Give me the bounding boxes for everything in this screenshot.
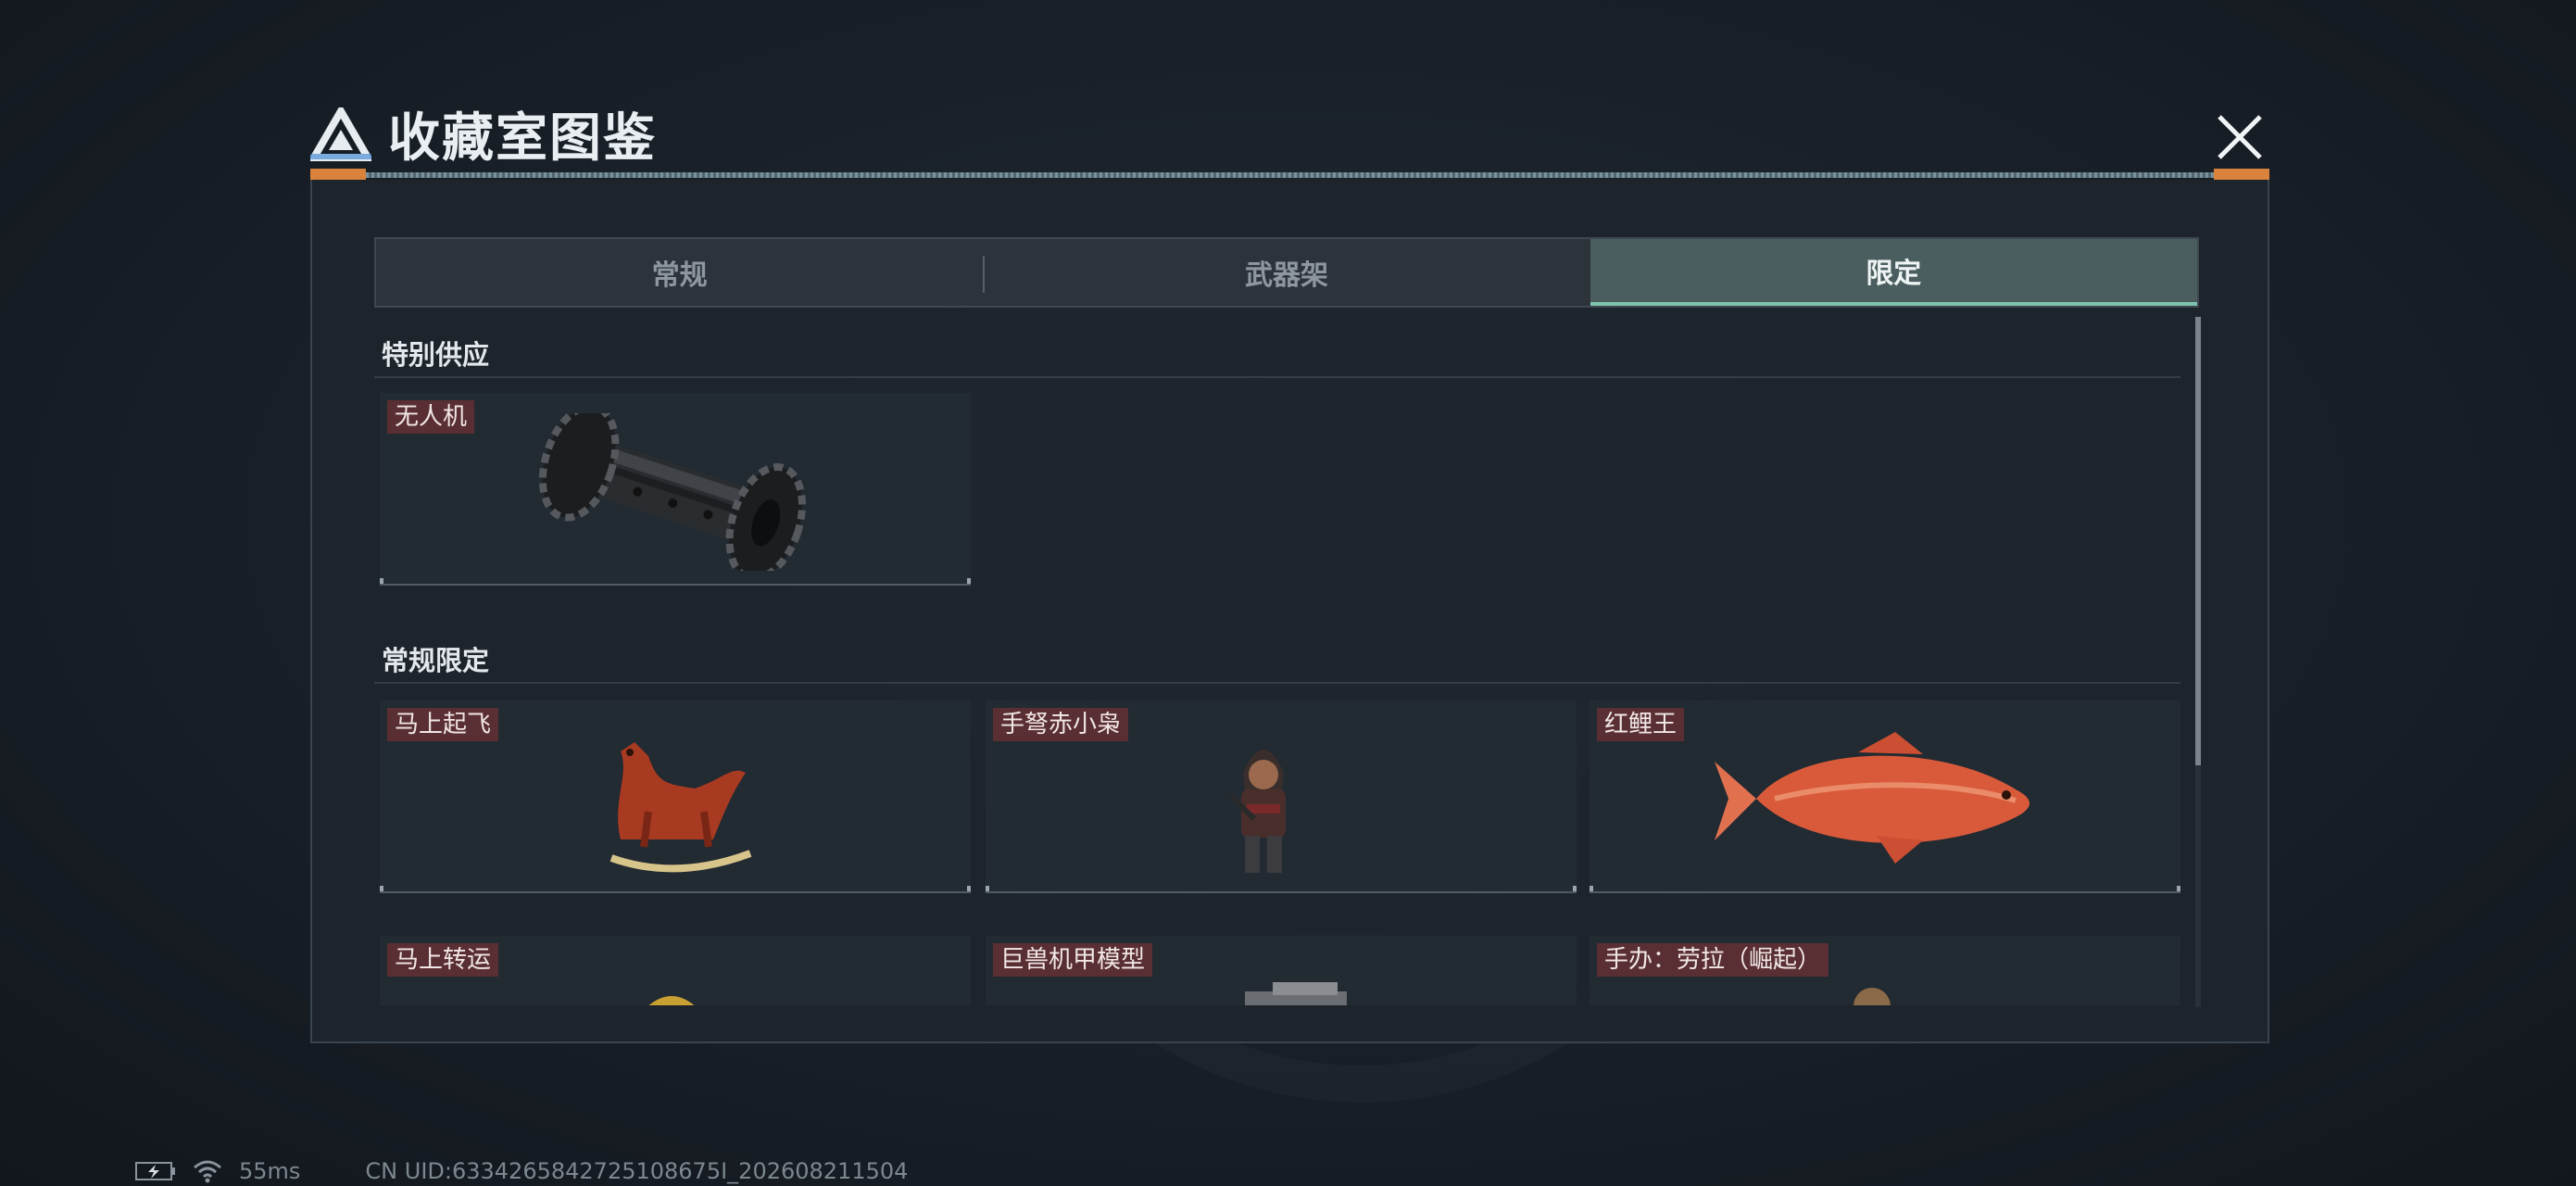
- item-card-figure[interactable]: 手办：劳拉（崛起）: [1590, 936, 2180, 1005]
- item-card-drone[interactable]: 无人机: [380, 393, 971, 586]
- category-tabs: 常规 武器架 限定: [374, 237, 2199, 308]
- item-label: 手办：劳拉（崛起）: [1597, 943, 1829, 977]
- rocking-horse-item-icon: [609, 742, 752, 873]
- battery-charging-icon: [135, 1162, 175, 1180]
- status-bar: 55ms CN UID:6334265842725108675I_2026082…: [135, 1158, 909, 1184]
- red-carp-item-icon: [1715, 732, 2029, 864]
- collection-list[interactable]: 特别供应 无人机 常规限定 马上起飞 手弩赤小枭 红鲤王 马上转运 巨兽机甲模型…: [374, 315, 2190, 1005]
- tab-regular-label: 常规: [651, 259, 708, 292]
- item-card-hooded-figure[interactable]: 手弩赤小枭: [986, 700, 1577, 893]
- header-accent-right: [2214, 169, 2269, 180]
- close-icon: [2218, 115, 2262, 159]
- item-card-gold-horse[interactable]: 马上转运: [380, 936, 971, 1005]
- hooded-figure-item-icon: [1229, 750, 1286, 873]
- section-title-regular-limited: 常规限定: [382, 645, 490, 676]
- item-label: 无人机: [387, 400, 475, 434]
- ping-value: 55ms: [239, 1158, 301, 1184]
- gold-horse-item-icon: [648, 996, 695, 1005]
- item-label: 马上起飞: [387, 708, 499, 741]
- item-label: 巨兽机甲模型: [993, 943, 1153, 977]
- section-title-special-supply: 特别供应: [382, 339, 490, 371]
- mech-model-item-icon: [1245, 982, 1347, 1005]
- item-label: 红鲤王: [1597, 708, 1685, 741]
- close-button[interactable]: [2212, 109, 2268, 165]
- figure-item-icon: [1853, 988, 1891, 1005]
- section-divider: [374, 682, 2180, 684]
- window-title: 收藏室图鉴: [388, 108, 657, 169]
- tab-limited[interactable]: 限定: [1590, 239, 2197, 306]
- triangle-logo-icon: [310, 107, 371, 161]
- header-divider: [310, 172, 2269, 178]
- tab-limited-label: 限定: [1866, 258, 1922, 290]
- item-card-mech-model[interactable]: 巨兽机甲模型: [986, 936, 1577, 1005]
- item-card-rocking-horse[interactable]: 马上起飞: [380, 700, 971, 893]
- user-uid: CN UID:6334265842725108675I_202608211504: [365, 1158, 909, 1184]
- item-label: 马上转运: [387, 943, 499, 977]
- scrollbar-thumb[interactable]: [2195, 317, 2201, 765]
- window-header: 收藏室图鉴: [310, 96, 657, 171]
- drone-item-icon: [538, 413, 806, 571]
- tab-weapon-rack-label: 武器架: [1244, 259, 1328, 292]
- section-divider: [374, 376, 2180, 378]
- header-accent-left: [310, 169, 366, 180]
- tab-regular[interactable]: 常规: [376, 239, 983, 306]
- item-card-red-carp[interactable]: 红鲤王: [1590, 700, 2180, 893]
- wifi-icon: [194, 1160, 221, 1183]
- tab-weapon-rack[interactable]: 武器架: [983, 239, 1590, 306]
- item-label: 手弩赤小枭: [993, 708, 1129, 741]
